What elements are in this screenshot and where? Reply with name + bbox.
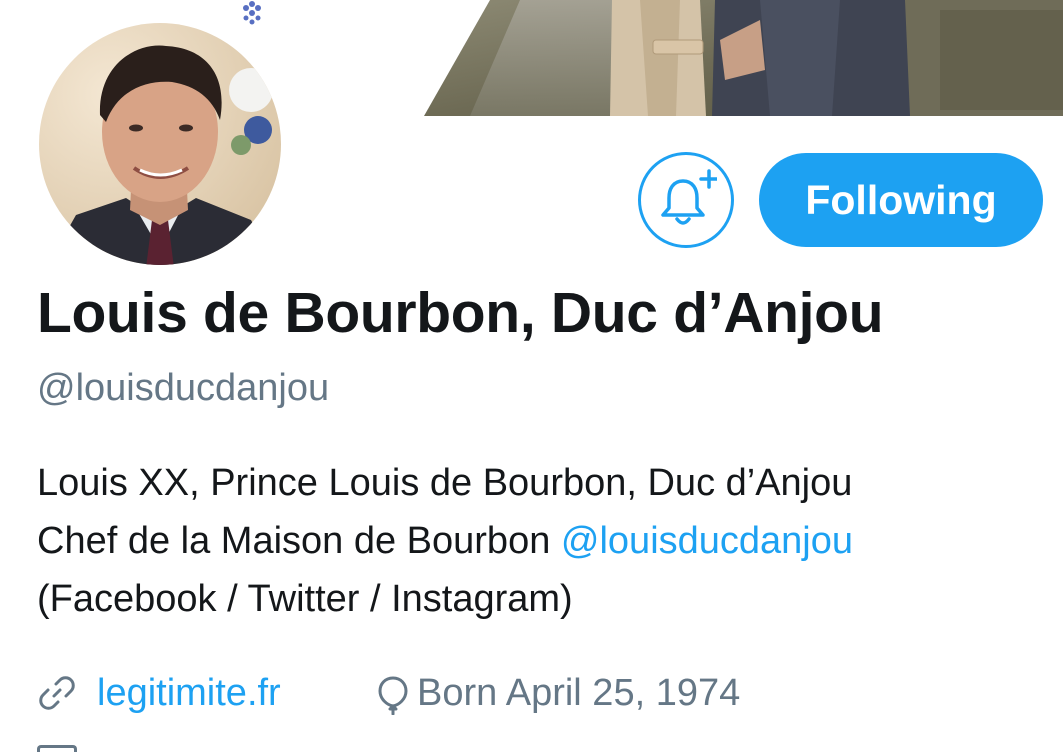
website-item: legitimite.fr: [37, 665, 337, 721]
profile-avatar[interactable]: [36, 20, 284, 268]
birthday-text: Born April 25, 1974: [417, 672, 741, 714]
bio-mention-link[interactable]: @louisducdanjou: [561, 520, 853, 562]
profile-handle: @louisducdanjou: [37, 367, 330, 409]
profile-bio: Louis XX, Prince Louis de Bourbon, Duc d…: [37, 454, 853, 628]
bio-text: Chef de la Maison de Bourbon: [37, 520, 561, 562]
website-link[interactable]: legitimite.fr: [97, 665, 281, 721]
birthday-item: Born April 25, 1974: [377, 665, 857, 721]
profile-display-name: Louis de Bourbon, Duc d’Anjou: [37, 281, 884, 345]
profile-photo: [39, 23, 281, 265]
link-icon: [39, 676, 75, 710]
following-button[interactable]: Following: [759, 153, 1043, 247]
balloon-icon: [378, 676, 408, 715]
bio-line: Chef de la Maison de Bourbon @louisducda…: [37, 512, 853, 570]
calendar-icon: [37, 745, 77, 752]
bell-plus-icon: [661, 169, 717, 225]
notifications-toggle-button[interactable]: [638, 152, 734, 248]
bio-line: Louis XX, Prince Louis de Bourbon, Duc d…: [37, 462, 853, 504]
bio-line: (Facebook / Twitter / Instagram): [37, 578, 573, 620]
profile-page: Following Louis de Bourbon, Duc d’Anjou …: [0, 0, 1063, 752]
